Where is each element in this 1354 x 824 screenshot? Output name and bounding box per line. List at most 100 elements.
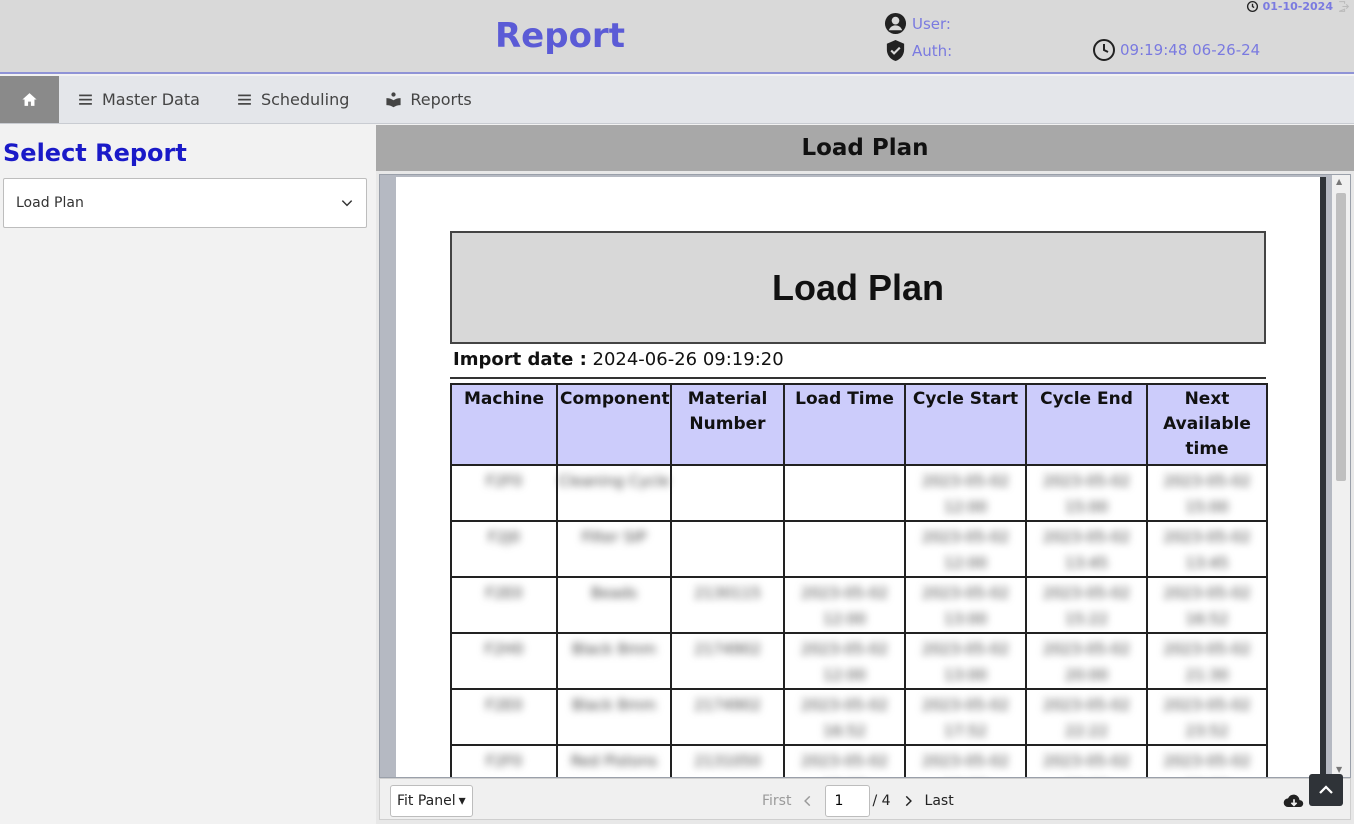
- user-circle-icon: [884, 12, 907, 35]
- nav-item-scheduling[interactable]: Scheduling: [218, 76, 367, 123]
- table-cell: 2023-05-02 20:00: [1025, 632, 1148, 690]
- cell-text: 2023-05-02 12:00: [921, 472, 1010, 516]
- table-cell: 2023-05-02 15:22: [1025, 576, 1148, 634]
- main-nav: Master Data Scheduling Reports: [0, 76, 1354, 124]
- table-cell: 2023-05-02 12:00: [783, 576, 906, 634]
- table-row: F2H0 Black 8mm 2174902 2023-05-02 12:00 2023…: [450, 632, 1268, 690]
- table-row: F2F0 Red Pistons 2131050 2023-05-02 15:00 20…: [450, 744, 1268, 777]
- table-cell: 2023-05-02 13:45: [1146, 520, 1268, 578]
- table-row: F2E0 Black 8mm 2174902 2023-05-02 16:52 2023…: [450, 688, 1268, 746]
- home-icon: [22, 93, 37, 106]
- cell-text: 2023-05-02 20:00: [1042, 640, 1131, 684]
- viewer-scrollbar[interactable]: ▲ ▼: [1332, 175, 1350, 777]
- last-page-button[interactable]: Last: [925, 793, 954, 809]
- cell-text: 2023-05-02 15:00: [1163, 472, 1251, 516]
- cell-text: Cleaning Cycle: [558, 472, 670, 490]
- table-cell: 2131050: [670, 744, 785, 777]
- fit-panel-dropdown[interactable]: Fit Panel ▾: [390, 785, 473, 817]
- history-icon: [1246, 0, 1258, 13]
- shield-check-icon: [886, 39, 905, 62]
- nav-item-label: Scheduling: [260, 90, 350, 109]
- cell-text: 2023-05-02 20:30: [1042, 752, 1131, 770]
- nav-item-reports[interactable]: Reports: [367, 76, 489, 123]
- pager: First / 4 Last: [762, 785, 954, 817]
- table-cell: 2023-05-02 15:00: [783, 744, 906, 777]
- nav-item-label: Reports: [410, 90, 472, 109]
- import-date-value: 2024-06-26 09:19:20: [592, 349, 784, 370]
- session-date-text: 01-10-2024: [1262, 0, 1333, 13]
- cell-text: F2H0: [484, 640, 524, 658]
- chevron-down-icon: [341, 200, 353, 207]
- first-page-button[interactable]: First: [762, 793, 791, 809]
- session-date: 01-10-2024: [1246, 0, 1350, 13]
- auth-info: Auth:: [884, 39, 952, 62]
- cell-text: 2130115: [694, 584, 761, 602]
- cell-text: 2023-05-02 12:00: [800, 584, 889, 628]
- user-info: User:: [884, 12, 951, 35]
- clock: 09:19:48 06-26-24: [1092, 38, 1260, 62]
- page-number-input[interactable]: [825, 785, 871, 817]
- cell-text: F2F0: [485, 752, 523, 770]
- scroll-up-arrow[interactable]: ▲: [1336, 177, 1342, 186]
- list-icon: [238, 94, 251, 105]
- cell-text: Black 8mm: [571, 696, 657, 714]
- app-header: Report User: Auth: 09:19:48 06-26-24 01-…: [0, 0, 1354, 74]
- cell-text: Beads: [590, 584, 638, 602]
- user-label: User:: [912, 14, 951, 33]
- chevron-right-icon[interactable]: [901, 794, 915, 808]
- table-cell: Cleaning Cycle: [556, 464, 672, 522]
- table-cell: 2023-05-02 22:22: [1025, 688, 1148, 746]
- cell-text: 2023-05-02 13:45: [1042, 528, 1131, 572]
- table-cell: F2E0: [450, 576, 558, 634]
- table-cell: 2023-05-02 16:00: [904, 744, 1027, 777]
- app-title: Report: [495, 16, 625, 56]
- nav-item-master-data[interactable]: Master Data: [59, 76, 218, 123]
- cell-text: 2023-05-02 16:52: [1163, 584, 1251, 628]
- viewer-toolbar: Fit Panel ▾ First / 4 Last: [379, 778, 1351, 820]
- scroll-down-arrow[interactable]: ▼: [1336, 765, 1342, 774]
- logout-icon[interactable]: [1337, 0, 1350, 13]
- table-cell: F2F0: [450, 744, 558, 777]
- divider: [450, 377, 1266, 379]
- cell-text: 2174902: [694, 640, 761, 658]
- table-row: F2F0 Cleaning Cycle 2023-05-02 12:00 2023-0…: [450, 464, 1268, 522]
- cloud-download-icon[interactable]: [1282, 791, 1306, 811]
- cell-text: 2023-05-02 22:22: [1042, 696, 1131, 740]
- scroll-thumb[interactable]: [1336, 193, 1346, 481]
- report-title: Load Plan: [450, 231, 1266, 344]
- table-cell: [670, 520, 785, 578]
- table-cell: [670, 464, 785, 522]
- cell-text: 2174902: [694, 696, 761, 714]
- table-cell: F2E0: [450, 688, 558, 746]
- cell-text: 2023-05-02 13:45: [1163, 528, 1251, 572]
- report-select[interactable]: Load Plan: [3, 178, 367, 228]
- cell-text: Filter SIP: [581, 528, 647, 546]
- table-cell: 2023-05-02 13:45: [1025, 520, 1148, 578]
- list-icon: [79, 94, 92, 105]
- column-header: Cycle End: [1025, 383, 1148, 466]
- cell-text: F2J0: [487, 528, 521, 546]
- cell-text: F2F0: [485, 472, 523, 490]
- table-cell: 2023-05-02 20:30: [1025, 744, 1148, 777]
- table-cell: 2174902: [670, 632, 785, 690]
- cell-text: 2023-05-02 16:00: [921, 752, 1010, 770]
- table-cell: 2023-05-02 17:52: [904, 688, 1027, 746]
- cell-text: 2023-05-02 16:52: [800, 696, 889, 740]
- column-header: Cycle Start: [904, 383, 1027, 466]
- cell-text: 2023-05-02 21:30: [1163, 640, 1251, 684]
- pdf-viewer[interactable]: Load Plan Import date : 2024-06-26 09:19…: [379, 174, 1351, 778]
- book-reader-icon: [386, 92, 401, 108]
- table-cell: 2023-05-02 16:52: [783, 688, 906, 746]
- cell-text: 2023-05-02 12:00: [800, 640, 889, 684]
- table-cell: 2023-05-02 15:00: [1025, 464, 1148, 522]
- table-cell: 2023-05-02 15:00: [1146, 464, 1268, 522]
- table-row: F2E0 Beads 2130115 2023-05-02 12:00 2023-05-…: [450, 576, 1268, 634]
- table-cell: 2023-05-02 13:00: [904, 576, 1027, 634]
- column-header: Material Number: [670, 383, 785, 466]
- scroll-to-top-button[interactable]: [1309, 774, 1343, 806]
- cell-text: 2023-05-02 13:00: [921, 584, 1010, 628]
- select-report-title: Select Report: [3, 139, 187, 167]
- home-button[interactable]: [0, 76, 59, 123]
- chevron-left-icon[interactable]: [801, 794, 815, 808]
- auth-label: Auth:: [912, 41, 953, 60]
